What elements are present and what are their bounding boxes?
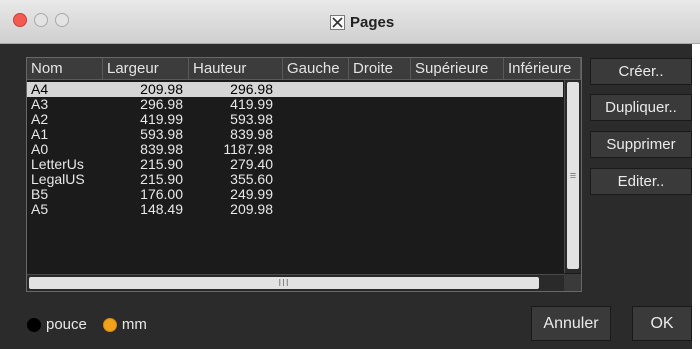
scroll-grip-icon: III — [278, 277, 290, 289]
cell-width: 148.49 — [140, 201, 183, 217]
cell-name: A2 — [31, 111, 49, 127]
cell-height: 593.98 — [230, 111, 273, 127]
window-title: Pages — [350, 13, 395, 31]
cell-height: 209.98 — [230, 201, 273, 217]
mm-radio-label[interactable]: mm — [122, 316, 147, 333]
cell-name: A0 — [31, 141, 49, 157]
column-header-inferieure[interactable]: Inférieure — [504, 58, 581, 79]
table-row[interactable]: A1 593.98 839.98 — [27, 127, 563, 142]
table-row[interactable]: A4 209.98 296.98 — [27, 82, 563, 97]
scroll-grip-icon: ≡ — [569, 169, 577, 182]
cell-name: A1 — [31, 126, 49, 142]
title-bar[interactable]: Pages — [0, 0, 700, 44]
x11-icon — [330, 14, 345, 30]
window-edge — [692, 44, 700, 349]
column-header-superieure[interactable]: Supérieure — [411, 58, 504, 79]
edit-button[interactable]: Editer.. — [590, 168, 692, 195]
scroll-corner — [564, 274, 581, 291]
cell-width: 209.98 — [140, 81, 183, 97]
cell-height: 279.40 — [230, 156, 273, 172]
duplicate-button[interactable]: Dupliquer.. — [590, 94, 692, 121]
cell-width: 215.90 — [140, 171, 183, 187]
table-row[interactable]: A5 148.49 209.98 — [27, 202, 563, 217]
table-row[interactable]: B5 176.00 249.99 — [27, 187, 563, 202]
button-separator — [611, 306, 632, 341]
column-header-largeur[interactable]: Largeur — [103, 58, 189, 79]
pages-table: Nom Largeur Hauteur Gauche Droite Supéri… — [26, 57, 582, 292]
cell-height: 1187.98 — [223, 141, 273, 157]
horizontal-scrollbar[interactable]: III — [27, 274, 564, 291]
column-header-nom[interactable]: Nom — [27, 58, 103, 79]
horizontal-scroll-thumb[interactable]: III — [29, 277, 539, 289]
table-row[interactable]: A3 296.98 419.99 — [27, 97, 563, 112]
minimize-window-button[interactable] — [34, 13, 48, 27]
pages-dialog: Pages Nom Largeur Hauteur Gauche Droite … — [0, 0, 700, 349]
cell-height: 249.99 — [230, 186, 273, 202]
cell-height: 296.98 — [230, 81, 273, 97]
column-header-droite[interactable]: Droite — [349, 58, 411, 79]
maximize-window-button[interactable] — [55, 13, 69, 27]
vertical-scrollbar[interactable]: ≡ — [564, 80, 581, 273]
delete-button[interactable]: Supprimer — [590, 131, 692, 158]
window-title-group: Pages — [330, 12, 394, 32]
cell-height: 419.99 — [230, 96, 273, 112]
cell-width: 176.00 — [140, 186, 183, 202]
cell-width: 839.98 — [140, 141, 183, 157]
cell-name: A4 — [31, 81, 49, 97]
table-body: A4 209.98 296.98 A3 296.98 419.99 A2 419… — [27, 82, 563, 217]
cell-width: 593.98 — [140, 126, 183, 142]
cell-name: A3 — [31, 96, 49, 112]
unit-radio-group: pouce mm — [27, 316, 163, 333]
column-header-gauche[interactable]: Gauche — [283, 58, 349, 79]
cell-name: A5 — [31, 201, 49, 217]
close-window-button[interactable] — [13, 13, 27, 27]
table-header: Nom Largeur Hauteur Gauche Droite Supéri… — [27, 58, 581, 80]
cancel-button[interactable]: Annuler — [531, 306, 611, 341]
cell-name: LegalUS — [31, 171, 85, 187]
cell-width: 296.98 — [140, 96, 183, 112]
inch-radio-label[interactable]: pouce — [46, 316, 87, 333]
inch-radio-button[interactable] — [27, 317, 41, 332]
column-header-hauteur[interactable]: Hauteur — [189, 58, 283, 79]
cell-width: 419.99 — [140, 111, 183, 127]
mm-radio-button[interactable] — [102, 317, 117, 332]
create-button[interactable]: Créer.. — [590, 58, 692, 85]
table-row[interactable]: LegalUS 215.90 355.60 — [27, 172, 563, 187]
table-row[interactable]: A2 419.99 593.98 — [27, 112, 563, 127]
vertical-scroll-thumb[interactable]: ≡ — [567, 82, 579, 269]
cell-height: 839.98 — [230, 126, 273, 142]
cell-width: 215.90 — [140, 156, 183, 172]
table-row[interactable]: A0 839.98 1187.98 — [27, 142, 563, 157]
cell-height: 355.60 — [230, 171, 273, 187]
table-row[interactable]: LetterUs 215.90 279.40 — [27, 157, 563, 172]
ok-button[interactable]: OK — [632, 306, 692, 341]
cell-name: B5 — [31, 186, 49, 202]
cell-name: LetterUs — [31, 156, 84, 172]
